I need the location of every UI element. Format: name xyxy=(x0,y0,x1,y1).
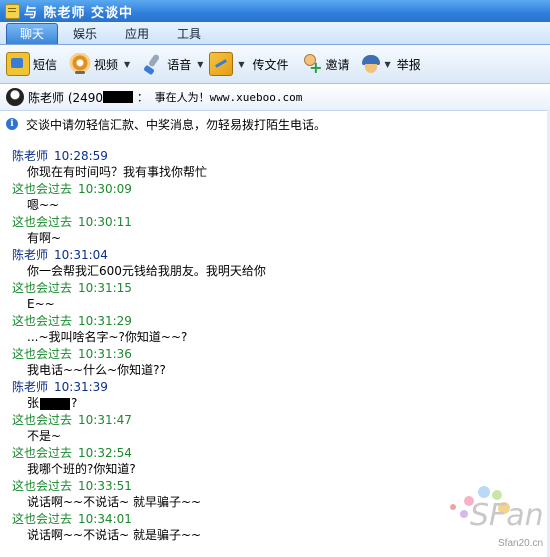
message-sender[interactable]: 这也会过去 xyxy=(12,413,72,427)
message-sender[interactable]: 这也会过去 xyxy=(12,479,72,493)
message-time: 10:30:09 xyxy=(78,182,132,196)
message-sender[interactable]: 这也会过去 xyxy=(12,314,72,328)
contact-signature: ： 事在人为！www.xueboo.com xyxy=(137,91,303,104)
message-text: 不是~ xyxy=(27,429,62,443)
chat-message: 这也会过去 10:30:11 有啊~ xyxy=(0,214,530,246)
chat-message: 这也会过去 10:31:29 ...~我叫啥名字~?你知道~~? xyxy=(0,313,530,345)
video-button[interactable]: 视频 ▼ xyxy=(69,49,130,79)
webcam-icon xyxy=(69,53,92,75)
voice-label: 语音 xyxy=(167,57,192,72)
watermark-text: SFan xyxy=(470,498,544,533)
redacted-name xyxy=(40,397,71,410)
tab-entertainment[interactable]: 娱乐 xyxy=(60,24,110,44)
chat-toolbar: 短信 视频 ▼ 语音 ▼ ▼ 传文件 邀请 ▼ 举报 xyxy=(0,45,550,84)
chat-message: 这也会过去 10:31:36 我电话~~什么~你知道?? xyxy=(0,346,530,378)
message-header: 陈老师 10:31:39 xyxy=(0,379,530,395)
video-dropdown-icon[interactable]: ▼ xyxy=(124,60,130,69)
sms-icon xyxy=(6,52,30,76)
contact-avatar-icon[interactable] xyxy=(6,88,24,106)
chat-message: 陈老师 10:31:04 你一会帮我汇600元钱给我朋友。我明天给你 xyxy=(0,247,530,279)
chat-message: 这也会过去 10:30:09 嗯~~ xyxy=(0,181,530,213)
message-header: 这也会过去 10:30:11 xyxy=(0,214,530,230)
voice-dropdown-icon[interactable]: ▼ xyxy=(197,60,203,69)
tab-tools[interactable]: 工具 xyxy=(164,24,214,44)
message-time: 10:34:01 xyxy=(78,512,132,526)
message-time: 10:31:15 xyxy=(78,281,132,295)
contact-name[interactable]: 陈老师 (2490 xyxy=(28,89,103,106)
message-header: 这也会过去 10:31:29 xyxy=(0,313,530,329)
message-time: 10:31:39 xyxy=(54,380,108,394)
message-time: 10:32:54 xyxy=(78,446,132,460)
video-label: 视频 xyxy=(94,57,119,72)
tab-apps[interactable]: 应用 xyxy=(112,24,162,44)
message-text: 你现在有时间吗？我有事找你帮忙 xyxy=(27,165,208,179)
file-transfer-icon xyxy=(209,52,234,76)
redacted-qq-number xyxy=(103,91,134,103)
security-warning: i 交谈中请勿轻信汇款、中奖消息，勿轻易拨打陌生电话。 xyxy=(6,115,546,133)
message-header: 陈老师 10:31:04 xyxy=(0,247,530,263)
chat-window-icon xyxy=(5,3,20,19)
watermark-site: Sfan20.cn xyxy=(498,538,544,549)
invite-button[interactable]: 邀请 xyxy=(301,49,350,79)
info-icon: i xyxy=(6,118,18,130)
message-time: 10:31:47 xyxy=(78,413,132,427)
invite-label: 邀请 xyxy=(325,57,350,72)
report-dropdown-icon[interactable]: ▼ xyxy=(385,60,391,69)
message-time: 10:31:04 xyxy=(54,248,108,262)
send-file-button[interactable]: ▼ 传文件 xyxy=(209,49,289,79)
message-sender[interactable]: 这也会过去 xyxy=(12,281,72,295)
send-file-label: 传文件 xyxy=(252,57,289,72)
voice-button[interactable]: 语音 ▼ xyxy=(142,49,203,79)
microphone-icon xyxy=(142,53,164,75)
file-dropdown-icon[interactable]: ▼ xyxy=(238,60,244,69)
message-time: 10:28:59 xyxy=(54,149,108,163)
message-header: 陈老师 10:28:59 xyxy=(0,148,530,164)
message-header: 这也会过去 10:30:09 xyxy=(0,181,530,197)
message-text: 我哪个班的?你知道? xyxy=(27,462,136,476)
chat-message: 陈老师 10:28:59 你现在有时间吗？我有事找你帮忙 xyxy=(0,148,530,180)
message-sender[interactable]: 陈老师 xyxy=(12,380,48,394)
message-text-prefix: 张 xyxy=(27,396,40,410)
warning-text: 交谈中请勿轻信汇款、中奖消息，勿轻易拨打陌生电话。 xyxy=(26,117,327,132)
message-header: 这也会过去 10:31:47 xyxy=(0,412,530,428)
message-sender[interactable]: 这也会过去 xyxy=(12,347,72,361)
chat-message: 这也会过去 10:31:15 E~~ xyxy=(0,280,530,312)
sms-label: 短信 xyxy=(33,57,58,72)
message-time: 10:31:29 xyxy=(78,314,132,328)
message-text: 你一会帮我汇600元钱给我朋友。我明天给你 xyxy=(27,264,266,278)
message-sender[interactable]: 陈老师 xyxy=(12,149,48,163)
message-header: 这也会过去 10:32:54 xyxy=(0,445,530,461)
message-text-suffix: ? xyxy=(71,396,78,410)
message-time: 10:30:11 xyxy=(78,215,132,229)
message-sender[interactable]: 这也会过去 xyxy=(12,215,72,229)
message-time: 10:31:36 xyxy=(78,347,132,361)
message-sender[interactable]: 这也会过去 xyxy=(12,512,72,526)
message-sender[interactable]: 这也会过去 xyxy=(12,182,72,196)
chat-message: 陈老师 10:31:39 张? xyxy=(0,379,530,411)
chat-message: 这也会过去 10:32:54 我哪个班的?你知道? xyxy=(0,445,530,477)
message-text: 有啊~ xyxy=(27,231,62,245)
tab-bar: 聊天 娱乐 应用 工具 xyxy=(0,22,550,45)
report-button[interactable]: ▼ 举报 xyxy=(360,49,421,79)
watermark-logo: SFan Sfan20.cn xyxy=(440,478,550,557)
message-text: ...~我叫啥名字~?你知道~~? xyxy=(27,330,188,344)
window-title-bar[interactable]: 与 陈老师 交谈中 xyxy=(0,0,550,22)
message-text: 我电话~~什么~你知道?? xyxy=(27,363,166,377)
report-label: 举报 xyxy=(396,57,421,72)
police-icon xyxy=(360,53,382,75)
chat-message: 这也会过去 10:31:47 不是~ xyxy=(0,412,530,444)
tab-chat[interactable]: 聊天 xyxy=(6,23,59,44)
message-sender[interactable]: 这也会过去 xyxy=(12,446,72,460)
window-title: 与 陈老师 交谈中 xyxy=(24,5,134,21)
message-header: 这也会过去 10:31:15 xyxy=(0,280,530,296)
message-time: 10:33:51 xyxy=(78,479,132,493)
add-user-icon xyxy=(301,53,323,77)
message-text: E~~ xyxy=(27,297,55,311)
contact-info-bar: 陈老师 (2490 ： 事在人为！www.xueboo.com xyxy=(0,84,550,111)
message-sender[interactable]: 陈老师 xyxy=(12,248,48,262)
message-text: 嗯~~ xyxy=(27,198,60,212)
message-text: 张? xyxy=(0,395,530,411)
sms-button[interactable]: 短信 xyxy=(6,49,57,79)
message-header: 这也会过去 10:31:36 xyxy=(0,346,530,362)
